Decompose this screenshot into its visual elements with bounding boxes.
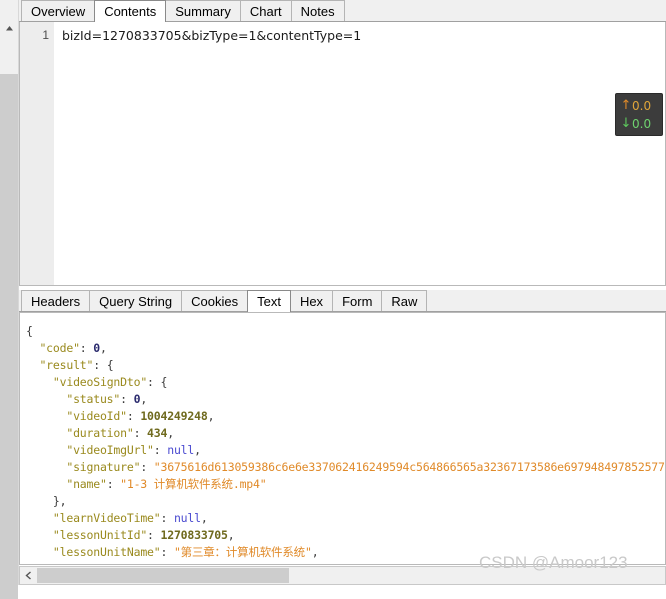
json-line: "videoId": 1004249248,: [26, 408, 665, 425]
request-code-area[interactable]: 1 bizId=1270833705&bizType=1&contentType…: [20, 22, 665, 285]
top-tab-strip: Overview Contents Summary Chart Notes: [19, 0, 666, 22]
response-tab-strip: Headers Query String Cookies Text Hex Fo…: [19, 290, 666, 312]
down-arrow-icon: ↓: [620, 116, 632, 131]
json-token: :: [147, 528, 161, 542]
json-line: "lessonUnitId": 1270833705,: [26, 527, 665, 544]
json-token: "第三章：计算机软件系统": [173, 545, 312, 559]
scroll-track[interactable]: [0, 37, 18, 599]
download-speed-row: ↓ 0.0: [620, 115, 658, 133]
json-token: : {: [93, 358, 114, 372]
json-token: :: [126, 409, 141, 423]
csdn-watermark: CSDN @Amoor123: [479, 553, 628, 572]
tab-overview[interactable]: Overview: [21, 0, 96, 21]
json-token: "lessonUnitName": [52, 545, 161, 559]
chevron-left-icon: [25, 569, 32, 583]
tab-text[interactable]: Text: [247, 290, 291, 312]
tab-summary[interactable]: Summary: [165, 0, 241, 21]
upload-speed-value: 0.0: [632, 99, 652, 113]
main-region: Overview Contents Summary Chart Notes 1 …: [19, 0, 666, 585]
json-token: "1-3 计算机软件系统.mp4": [120, 477, 267, 491]
json-token: null: [173, 511, 201, 525]
json-token: :: [140, 460, 154, 474]
json-token: ,: [311, 545, 319, 559]
json-token: 434: [147, 426, 168, 440]
horizontal-scroll-thumb[interactable]: [37, 568, 289, 583]
json-token: "videoId": [66, 409, 127, 423]
json-token: "code": [39, 341, 80, 355]
json-token: :: [79, 341, 94, 355]
line-number-gutter: 1: [20, 22, 54, 285]
response-tab-strip-filler: [426, 290, 666, 311]
upload-speed-row: ↑ 0.0: [620, 97, 658, 115]
json-token: "name": [66, 477, 107, 491]
download-speed-value: 0.0: [632, 117, 652, 131]
json-token: ,: [194, 443, 201, 457]
up-arrow-icon: ↑: [620, 98, 632, 113]
json-token: "lessonUnitId": [52, 528, 148, 542]
json-token: "learnVideoTime": [52, 511, 161, 525]
tab-contents[interactable]: Contents: [94, 0, 167, 22]
json-token: null: [167, 443, 195, 457]
line-number: 1: [42, 28, 49, 42]
json-token: "videoImgUrl": [66, 443, 154, 457]
json-token: "signature": [66, 460, 141, 474]
json-token: 1004249248: [140, 409, 208, 423]
network-speed-badge[interactable]: ↑ 0.0 ↓ 0.0: [615, 93, 663, 136]
outer-vertical-scrollbar[interactable]: [0, 0, 19, 599]
json-line: "videoSignDto": {: [26, 374, 665, 391]
json-token: "videoSignDto": [52, 375, 148, 389]
scroll-left-button[interactable]: [20, 567, 37, 584]
json-line: "learnVideoTime": null,: [26, 510, 665, 527]
json-token: "duration": [66, 426, 134, 440]
json-token: :: [106, 477, 121, 491]
response-body-panel: { "code": 0, "result": { "videoSignDto":…: [19, 312, 666, 565]
json-token: {: [26, 324, 33, 338]
json-line: {: [26, 323, 665, 340]
tab-raw[interactable]: Raw: [381, 290, 428, 311]
scroll-up-button[interactable]: [0, 20, 18, 37]
tab-strip-filler: [344, 0, 666, 21]
json-token: "3675616d613059386c6e6e337062416249594c5…: [153, 460, 665, 474]
json-token: :: [120, 392, 134, 406]
json-token: : {: [147, 375, 168, 389]
json-line: },: [26, 493, 665, 510]
json-line: "status": 0,: [26, 391, 665, 408]
json-line: "duration": 434,: [26, 425, 665, 442]
tab-notes[interactable]: Notes: [290, 0, 345, 21]
tab-chart[interactable]: Chart: [239, 0, 292, 21]
scroll-thumb[interactable]: [0, 74, 18, 599]
tab-query-string[interactable]: Query String: [89, 290, 183, 311]
json-token: :: [133, 426, 148, 440]
json-token: ,: [227, 528, 235, 542]
json-line: "name": "1-3 计算机软件系统.mp4": [26, 476, 665, 493]
json-token: "status": [66, 392, 121, 406]
request-body-panel: 1 bizId=1270833705&bizType=1&contentType…: [19, 22, 666, 286]
json-token: :: [160, 511, 174, 525]
json-token: 1270833705: [160, 528, 228, 542]
response-json-text[interactable]: { "code": 0, "result": { "videoSignDto":…: [20, 313, 665, 564]
json-token: ,: [99, 341, 107, 355]
json-token: },: [52, 494, 67, 508]
json-token: ,: [140, 392, 148, 406]
json-token: ,: [207, 409, 215, 423]
json-token: 0: [93, 341, 100, 355]
json-line: "videoImgUrl": null,: [26, 442, 665, 459]
json-token: ,: [167, 426, 174, 440]
json-line: "code": 0,: [26, 340, 665, 357]
tab-cookies[interactable]: Cookies: [181, 290, 249, 311]
json-token: ,: [200, 511, 208, 525]
chevron-up-icon: [5, 25, 14, 32]
json-line: "result": {: [26, 357, 665, 374]
json-line: "signature": "3675616d613059386c6e6e3370…: [26, 459, 665, 476]
json-token: :: [153, 443, 168, 457]
tab-form[interactable]: Form: [332, 290, 383, 311]
tab-hex[interactable]: Hex: [289, 290, 334, 311]
json-token: :: [160, 545, 174, 559]
tab-headers[interactable]: Headers: [21, 290, 91, 311]
request-body-text[interactable]: bizId=1270833705&bizType=1&contentType=1: [54, 22, 665, 285]
json-token: "result": [39, 358, 94, 372]
